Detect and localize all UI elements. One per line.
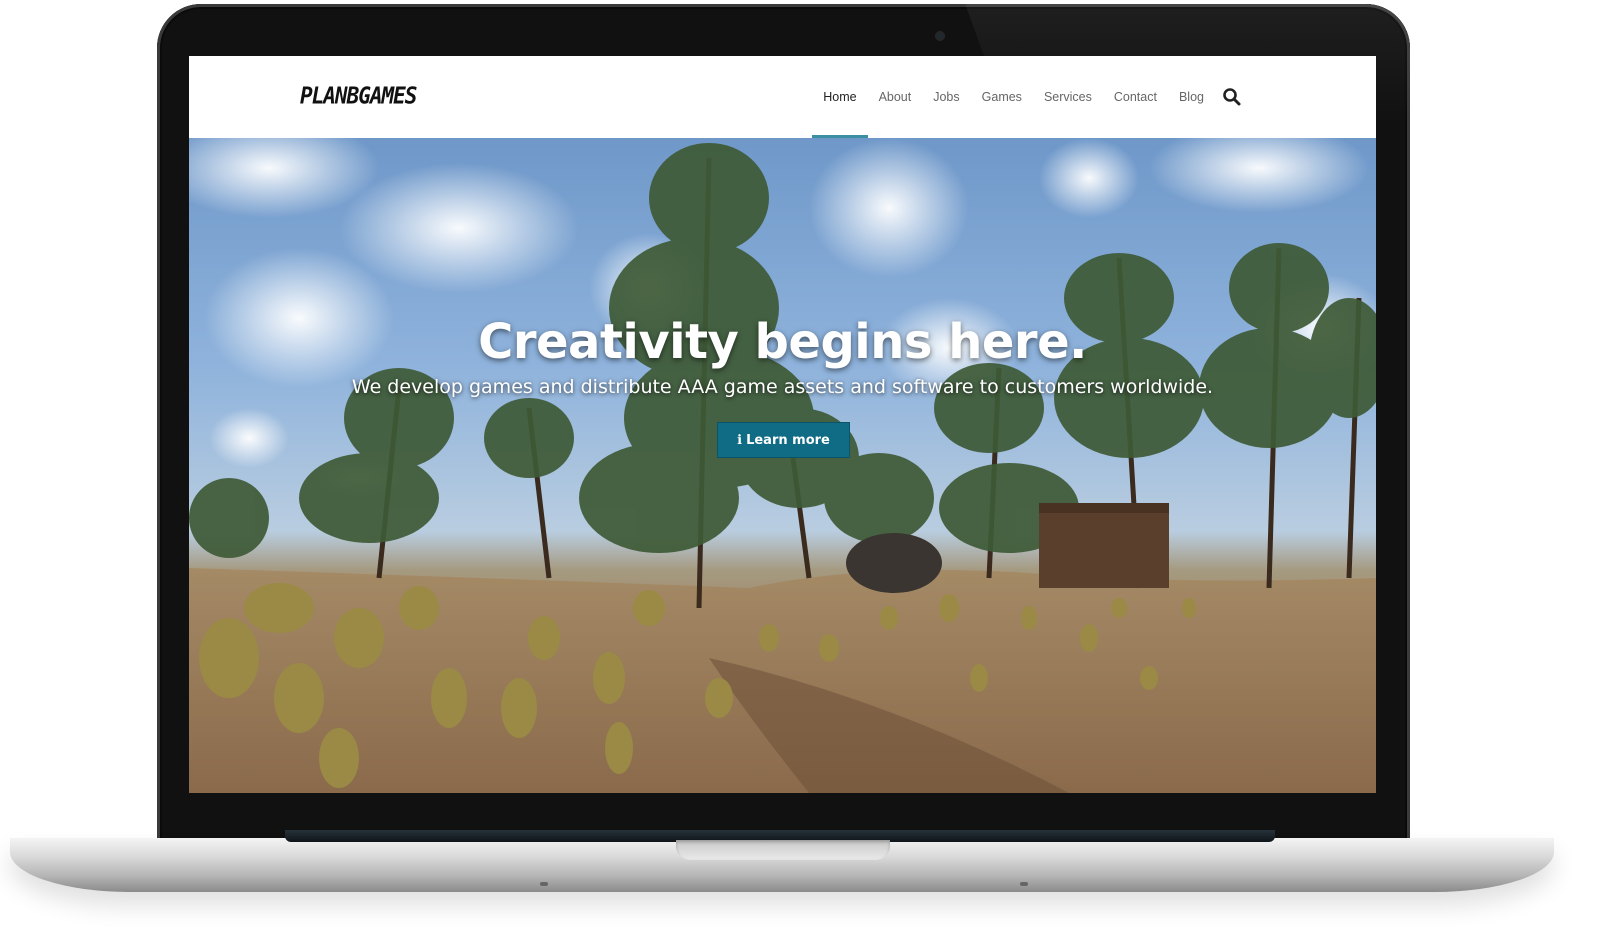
nav-item-contact[interactable]: Contact	[1103, 56, 1168, 138]
rock	[846, 533, 942, 593]
nav-item-jobs[interactable]: Jobs	[922, 56, 970, 138]
main-nav: Home About Jobs Games Services Contact B…	[812, 56, 1243, 138]
laptop-screen: PLANBGAMES Home About Jobs Games Service…	[189, 56, 1376, 793]
webcam	[935, 31, 945, 41]
laptop-foot	[540, 882, 548, 886]
laptop-foot	[1020, 882, 1028, 886]
search-icon[interactable]	[1221, 86, 1243, 108]
laptop-notch	[676, 840, 890, 860]
hero-background-scene	[189, 138, 1376, 793]
nav-item-home[interactable]: Home	[812, 56, 868, 138]
info-icon: ℹ	[737, 432, 743, 448]
hero-title: Creativity begins here.	[478, 314, 1087, 370]
site-logo[interactable]: PLANBGAMES	[300, 83, 417, 109]
hut	[1039, 503, 1169, 588]
site-header: PLANBGAMES Home About Jobs Games Service…	[189, 56, 1376, 138]
nav-item-about[interactable]: About	[868, 56, 923, 138]
nav-item-blog[interactable]: Blog	[1168, 56, 1215, 138]
nav-item-games[interactable]: Games	[971, 56, 1033, 138]
hero-banner: Creativity begins here. We develop games…	[189, 138, 1376, 793]
hero-subtitle: We develop games and distribute AAA game…	[351, 376, 1214, 398]
learn-more-label: Learn more	[746, 432, 830, 448]
nav-item-services[interactable]: Services	[1033, 56, 1103, 138]
learn-more-button[interactable]: ℹ Learn more	[717, 422, 850, 458]
